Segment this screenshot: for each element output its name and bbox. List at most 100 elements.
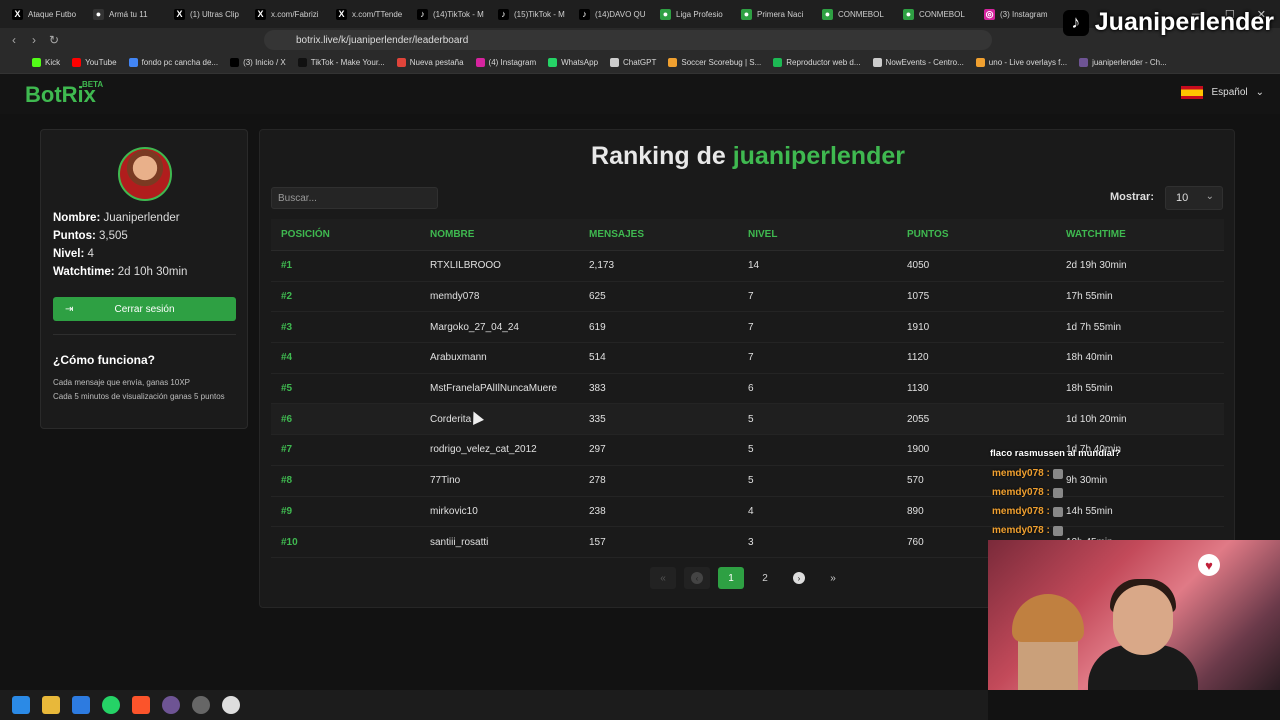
browser-tab[interactable]: Xx.com/TTende (330, 3, 411, 25)
back-icon[interactable]: ‹ (4, 33, 24, 47)
windows-start-icon[interactable] (12, 696, 30, 714)
browser-tab[interactable]: X (1) Ultras Clip (168, 3, 249, 25)
table-cell: 383 (589, 383, 606, 395)
first-page-button[interactable]: « (650, 567, 676, 589)
last-page-button[interactable]: » (820, 567, 846, 589)
chat-line: memdy078 : (990, 464, 1120, 483)
forward-icon[interactable]: › (24, 33, 44, 47)
bookmark-item[interactable]: (4) Instagram (475, 58, 536, 67)
browser-tab-label: (15)TikTok - M (514, 9, 565, 19)
chevron-down-icon: ⌄ (1255, 87, 1264, 98)
column-header[interactable]: POSICIÓN (271, 229, 430, 240)
table-cell: 6 (748, 383, 754, 395)
column-header[interactable]: NOMBRE (430, 229, 589, 240)
bookmark-item[interactable]: Nueva pestaña (396, 58, 464, 67)
browser-tab-label: Liga Profesio (676, 9, 723, 19)
bookmark-item[interactable]: fondo pc cancha de... (128, 58, 218, 67)
logout-icon: ⇥ (65, 303, 74, 315)
divider (53, 334, 236, 335)
bookmark-item[interactable]: TikTok - Make Your... (297, 58, 385, 67)
table-cell: #10 (281, 536, 298, 548)
obs-icon[interactable] (192, 696, 210, 714)
how-it-works-line: Cada 5 minutos de visualización ganas 5 … (53, 392, 225, 401)
globe-icon-icon: ● (660, 8, 671, 20)
chat-username: memdy078 : (992, 468, 1050, 479)
table-row[interactable]: #4 Arabuxmann 514 7 1120 18h 40min (271, 343, 1224, 374)
page-size-select[interactable]: 10 ⌄ (1165, 186, 1223, 210)
page-button[interactable]: 2 (752, 567, 778, 589)
how-it-works-title: ¿Cómo funciona? (53, 353, 155, 367)
column-header[interactable]: WATCHTIME (1066, 229, 1224, 240)
profile-points-line: Puntos: 3,505 (53, 230, 128, 242)
table-cell: 3 (748, 536, 754, 548)
browser-tab[interactable]: ♪ (15)TikTok - M (492, 3, 573, 25)
table-cell: 17h 55min (1066, 291, 1113, 303)
heart-icon: ♥ (1198, 554, 1220, 576)
browser-tab[interactable]: ♪ (14)DAVO QU (573, 3, 654, 25)
bookmark-item[interactable]: WhatsApp (548, 58, 598, 67)
browser-tab[interactable]: ● Armá tu 11 (87, 3, 168, 25)
next-page-button[interactable]: › (786, 567, 812, 589)
table-cell: 514 (589, 352, 606, 364)
browser-tab-label: CONMEBOL (919, 9, 965, 19)
browser-tab[interactable]: ● Liga Profesio (654, 3, 735, 25)
double-chevron-left-icon: « (660, 572, 666, 584)
browser-tab-label: (1) Ultras Clip (190, 9, 239, 19)
bookmark-item[interactable]: juaniperlender - Ch... (1079, 58, 1167, 67)
brave-browser-icon[interactable] (132, 696, 150, 714)
logout-label: Cerrar sesión (114, 303, 175, 315)
column-header[interactable]: MENSAJES (589, 229, 748, 240)
bookmark-item[interactable]: Reproductor web d... (773, 58, 861, 67)
browser-tab[interactable]: ♪ (14)TikTok - M (411, 3, 492, 25)
table-cell: 4050 (907, 260, 930, 272)
table-row[interactable]: #2 memdy078 625 7 1075 17h 55min (271, 282, 1224, 313)
language-label: Español (1211, 87, 1248, 98)
bookmark-label: Soccer Scorebug | S... (681, 58, 762, 67)
column-header[interactable]: PUNTOS (907, 229, 1066, 240)
bookmark-item[interactable]: uno - Live overlays f... (975, 58, 1067, 67)
reload-icon[interactable]: ↻ (44, 33, 64, 47)
bookmark-item[interactable]: Kick (32, 58, 60, 67)
table-row[interactable]: #1 RTXLILBROOO 2,173 14 4050 2d 19h 30min (271, 251, 1224, 282)
browser-tab[interactable]: ● CONMEBOL (816, 3, 897, 25)
bookmark-item[interactable]: (3) Inicio / X (230, 58, 286, 67)
column-header[interactable]: NIVEL (748, 229, 907, 240)
bookmark-item[interactable]: YouTube (72, 58, 117, 67)
bookmark-icon (230, 58, 240, 67)
chevron-right-icon: › (793, 572, 805, 584)
browser-tab-label: (14)TikTok - M (433, 9, 484, 19)
bookmark-label: (3) Inicio / X (243, 58, 286, 67)
address-bar[interactable]: botrix.live/k/juaniperlender/leaderboard (264, 30, 992, 50)
profile-card: Nombre: Juaniperlender Puntos: 3,505 Niv… (40, 129, 248, 429)
table-cell: 625 (589, 291, 606, 303)
file-explorer-icon[interactable] (42, 696, 60, 714)
browser-tab[interactable]: ● CONMEBOL (897, 3, 978, 25)
prev-page-button[interactable]: ‹ (684, 567, 710, 589)
app-icon[interactable] (222, 696, 240, 714)
browser-tab[interactable]: ◎ (3) Instagram (978, 3, 1059, 25)
table-row[interactable]: #5 MstFranelaPAlIlNuncaMuere 383 6 1130 18h 5… (271, 374, 1224, 405)
search-input[interactable] (271, 187, 438, 209)
table-row[interactable]: #6 Corderita 335 5 2055 1d 10h 20min (271, 404, 1224, 436)
chevron-left-icon: ‹ (691, 572, 703, 584)
bookmark-label: Nueva pestaña (409, 58, 464, 67)
browser-tab[interactable]: ● Primera Naci (735, 3, 816, 25)
logout-button[interactable]: ⇥ Cerrar sesión (53, 297, 236, 321)
table-cell: #2 (281, 291, 293, 303)
table-cell: 7 (748, 321, 754, 333)
language-selector[interactable]: Español ⌄ (1181, 86, 1264, 99)
bookmark-item[interactable]: ChatGPT (610, 58, 656, 67)
bookmark-item[interactable]: NowEvents - Centro... (872, 58, 964, 67)
bookmark-item[interactable]: Soccer Scorebug | S... (668, 58, 761, 67)
table-row[interactable]: #3 Margoko_27_04_24 619 7 1910 1d 7h 55min (271, 312, 1224, 344)
bookmarks-bar: Kick YouTube fondo pc cancha de... (3) Inic… (0, 52, 1280, 74)
store-icon[interactable] (72, 696, 90, 714)
chat-line: memdy078 : (990, 521, 1120, 540)
whatsapp-icon[interactable] (102, 696, 120, 714)
browser-tab[interactable]: Xx.com/Fabrizi (249, 3, 330, 25)
table-cell: 1075 (907, 291, 930, 303)
page-button[interactable]: 1 (718, 567, 744, 589)
discord-icon[interactable] (162, 696, 180, 714)
browser-tab[interactable]: X Ataque Futbo (6, 3, 87, 25)
table-cell: 2,173 (589, 260, 615, 272)
